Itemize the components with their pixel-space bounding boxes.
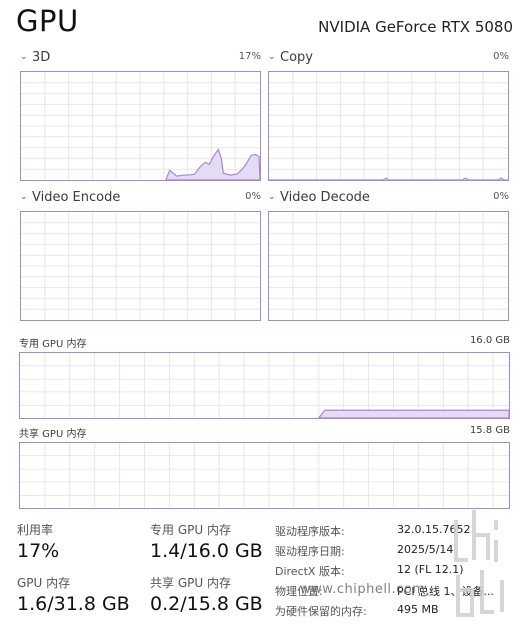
driver-date-value: 2025/5/14 bbox=[397, 543, 454, 556]
hardware-reserved-memory-value: 495 MB bbox=[397, 603, 439, 616]
engine-3d-graph-svg bbox=[21, 72, 260, 180]
engine-video-decode-percent: 0% bbox=[493, 191, 509, 202]
engine-copy-percent: 0% bbox=[493, 51, 509, 62]
dedicated-memory-capacity: 16.0 GB bbox=[469, 335, 510, 346]
dedicated-usage-label: 专用 GPU 内存 bbox=[150, 523, 231, 537]
chiphell-watermark-logo bbox=[454, 510, 504, 617]
shared-memory-label: 共享 GPU 内存 bbox=[19, 429, 87, 440]
engine-video-encode-graph bbox=[20, 211, 261, 321]
engine-3d-header[interactable]: ⌄ 3D 17% bbox=[20, 50, 261, 66]
page-title: GPU bbox=[16, 4, 79, 38]
shared-memory-capacity: 15.8 GB bbox=[469, 425, 510, 436]
shared-memory-graph-svg bbox=[20, 443, 509, 508]
engine-video-encode-graph-svg bbox=[21, 212, 260, 320]
shared-usage-value: 0.2/15.8 GB bbox=[150, 593, 263, 615]
dedicated-memory-graph-svg bbox=[20, 353, 509, 418]
engine-video-encode-percent: 0% bbox=[245, 191, 261, 202]
dedicated-memory-header: 专用 GPU 内存 16.0 GB bbox=[19, 335, 510, 350]
dedicated-memory-usage-area bbox=[318, 409, 509, 418]
directx-version-label: DirectX 版本: bbox=[275, 565, 345, 578]
dedicated-memory-label: 专用 GPU 内存 bbox=[19, 339, 87, 350]
engine-3d-label: 3D bbox=[32, 50, 51, 65]
utilization-label: 利用率 bbox=[17, 523, 54, 537]
engine-video-decode-graph bbox=[268, 211, 509, 321]
dedicated-memory-graph bbox=[19, 352, 510, 419]
engine-video-decode-label: Video Decode bbox=[280, 190, 370, 205]
driver-date-label: 驱动程序日期: bbox=[275, 545, 345, 558]
chevron-down-icon[interactable]: ⌄ bbox=[268, 192, 277, 202]
engine-3d-usage-area bbox=[165, 148, 260, 180]
chevron-down-icon[interactable]: ⌄ bbox=[20, 192, 29, 202]
driver-version-label: 驱动程序版本: bbox=[275, 525, 345, 538]
chevron-down-icon[interactable]: ⌄ bbox=[268, 52, 277, 62]
engine-copy-header[interactable]: ⌄ Copy 0% bbox=[268, 50, 509, 66]
watermark-text: www.chiphell.com bbox=[300, 582, 426, 597]
shared-memory-header: 共享 GPU 内存 15.8 GB bbox=[19, 425, 510, 440]
gpu-memory-label: GPU 内存 bbox=[17, 576, 71, 590]
engine-copy-graph-svg bbox=[269, 72, 508, 180]
engine-video-encode-label: Video Encode bbox=[32, 190, 121, 205]
engine-video-encode-header[interactable]: ⌄ Video Encode 0% bbox=[20, 190, 261, 206]
shared-memory-graph bbox=[19, 442, 510, 509]
engine-video-decode-header[interactable]: ⌄ Video Decode 0% bbox=[268, 190, 509, 206]
dedicated-usage-value: 1.4/16.0 GB bbox=[150, 540, 263, 562]
hardware-reserved-memory-label: 为硬件保留的内存: bbox=[275, 605, 367, 618]
engine-3d-percent: 17% bbox=[238, 51, 261, 62]
gpu-model-name: NVIDIA GeForce RTX 5080 bbox=[318, 18, 513, 36]
shared-usage-label: 共享 GPU 内存 bbox=[150, 576, 231, 590]
engine-copy-graph bbox=[268, 71, 509, 181]
engine-copy-label: Copy bbox=[280, 50, 313, 65]
chevron-down-icon[interactable]: ⌄ bbox=[20, 52, 29, 62]
engine-video-decode-graph-svg bbox=[269, 212, 508, 320]
gpu-memory-value: 1.6/31.8 GB bbox=[17, 593, 130, 615]
utilization-value: 17% bbox=[17, 540, 60, 562]
engine-3d-graph bbox=[20, 71, 261, 181]
